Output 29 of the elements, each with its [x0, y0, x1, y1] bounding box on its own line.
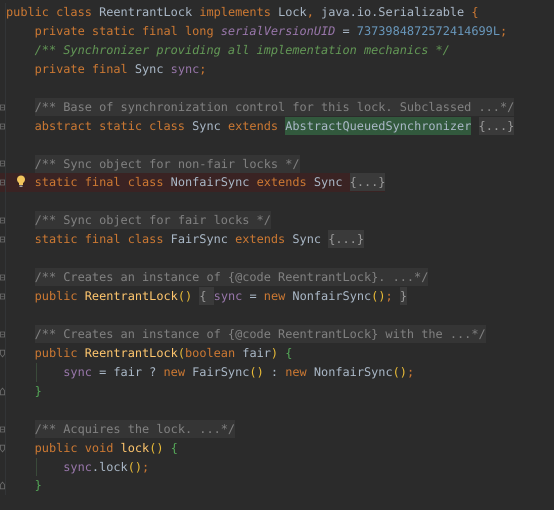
- fold-marker-icon[interactable]: [0, 102, 5, 112]
- lightbulb-icon[interactable]: [16, 175, 26, 188]
- code-line: abstract static class Sync extends AbstractQueuedSynchronizer {...}: [34, 116, 514, 136]
- fold-marker-icon[interactable]: [0, 444, 5, 453]
- code-line: public ReentrantLock(boolean fair) {: [34, 344, 292, 362]
- fold-marker-icon[interactable]: [0, 348, 5, 358]
- fold-marker-icon[interactable]: [0, 330, 5, 339]
- code-line: public void lock() {: [34, 440, 178, 457]
- code-line: public class ReentrantLock implements Lock, java.io.Serializable {: [6, 4, 479, 21]
- fold-marker-icon[interactable]: [0, 159, 5, 168]
- fold-marker-icon[interactable]: [0, 216, 5, 226]
- fold-marker-icon[interactable]: [0, 386, 5, 396]
- fold-marker-icon[interactable]: [0, 273, 5, 282]
- fold-marker-icon[interactable]: [0, 481, 5, 490]
- code-line: sync.lock();: [62, 458, 150, 476]
- fold-marker-icon[interactable]: [0, 292, 5, 302]
- code-line: private static final long serialVersionUID = 7373984872572414699L;: [34, 22, 508, 40]
- code-line: }: [34, 382, 42, 400]
- code-line: }: [34, 477, 42, 494]
- fold-marker-icon[interactable]: [0, 178, 5, 188]
- code-line: public ReentrantLock() { sync = new NonfairSync(); }: [34, 287, 408, 306]
- code-line: static final class FairSync extends Sync {...}: [34, 230, 364, 250]
- code-line: sync = fair ? new FairSync() : new NonfairSync();: [62, 364, 414, 381]
- fold-marker-icon[interactable]: [0, 122, 5, 131]
- fold-marker-icon[interactable]: [0, 235, 5, 244]
- fold-marker-icon[interactable]: [0, 424, 5, 434]
- code-line: private final Sync sync;: [34, 60, 206, 78]
- code-line: /** Synchronizer providing all implementation mechanics */: [34, 42, 450, 59]
- code-line: static final class NonfairSync extends Sync {...}: [34, 173, 386, 192]
